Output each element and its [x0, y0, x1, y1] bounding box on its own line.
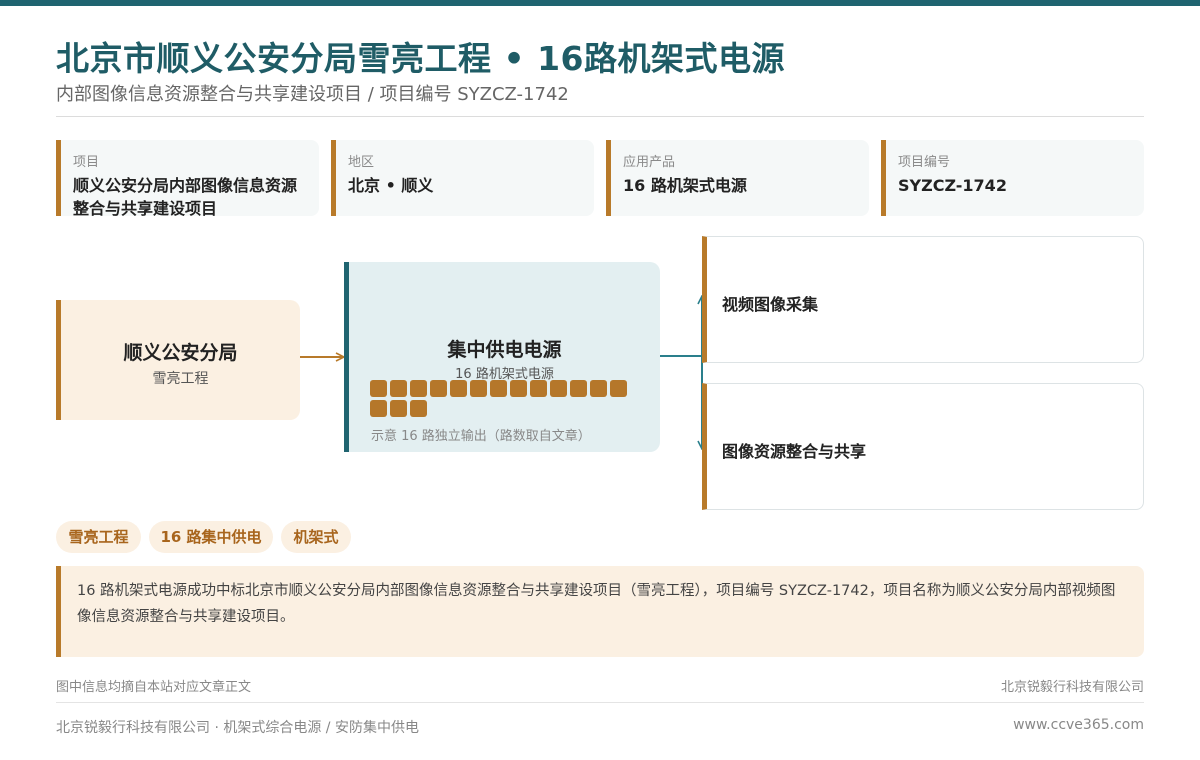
source-node: 顺义公安分局 雪亮工程 [56, 300, 300, 420]
output-title: 图像资源整合与共享 [722, 442, 867, 461]
info-card-label: 项目编号 [898, 155, 951, 170]
tag-rack-mount: 机架式 [281, 521, 351, 553]
power-output-port [410, 380, 427, 397]
power-output-port [430, 380, 447, 397]
info-card-value: 16 路机架式电源 [623, 176, 747, 195]
info-card-project: 项目 顺义公安分局内部图像信息资源整合与共享建设项目 [56, 140, 319, 218]
power-supply-note: 示意 16 路独立输出（路数取自文章） [371, 429, 591, 444]
power-output-port [450, 380, 467, 397]
footer-website-link[interactable]: www.ccve365.com [1013, 717, 1144, 733]
header-divider [56, 116, 1144, 117]
source-note: 图中信息均摘自本站对应文章正文 [56, 680, 252, 695]
power-output-port [490, 380, 507, 397]
description-box: 16 路机架式电源成功中标北京市顺义公安分局内部图像信息资源整合与共享建设项目（… [56, 566, 1144, 657]
power-output-port [530, 380, 547, 397]
power-output-port [410, 400, 427, 417]
power-output-port [570, 380, 587, 397]
power-output-port [370, 400, 387, 417]
power-output-port [590, 380, 607, 397]
top-accent-bar [0, 0, 1200, 6]
source-subtitle: 雪亮工程 [152, 371, 209, 387]
power-supply-node: 集中供电电源 16 路机架式电源 示意 16 路独立输出（路数取自文章） [344, 262, 660, 452]
info-card-region: 地区 北京 • 顺义 [331, 140, 594, 216]
footer-company: 北京锐毅行科技有限公司 · 机架式综合电源 / 安防集中供电 [56, 720, 419, 736]
power-output-port [510, 380, 527, 397]
info-card-label: 地区 [348, 155, 375, 170]
footer-divider [56, 702, 1144, 703]
company-note: 北京锐毅行科技有限公司 [1000, 680, 1144, 695]
info-card-project-number: 项目编号 SYZCZ-1742 [881, 140, 1144, 216]
power-supply-title: 集中供电电源 [447, 339, 562, 361]
info-card-value: 北京 • 顺义 [348, 176, 434, 195]
power-output-port [390, 380, 407, 397]
info-card-value: 顺义公安分局内部图像信息资源整合与共享建设项目 [73, 176, 298, 218]
page-subtitle: 内部图像信息资源整合与共享建设项目 / 项目编号 SYZCZ-1742 [56, 84, 569, 105]
output-node-image-sharing: 图像资源整合与共享 [702, 383, 1144, 510]
power-output-port [550, 380, 567, 397]
info-card-product: 应用产品 16 路机架式电源 [606, 140, 869, 216]
tag-xueliang: 雪亮工程 [56, 521, 141, 553]
power-output-port [370, 380, 387, 397]
output-title: 视频图像采集 [722, 295, 819, 314]
power-output-port [470, 380, 487, 397]
power-output-port [610, 380, 627, 397]
source-title: 顺义公安分局 [123, 342, 238, 364]
power-output-port [390, 400, 407, 417]
tag-16-channel: 16 路集中供电 [149, 521, 273, 553]
output-node-video-capture: 视频图像采集 [702, 236, 1144, 363]
info-card-label: 项目 [73, 155, 100, 170]
info-card-value: SYZCZ-1742 [898, 176, 1007, 195]
page-title: 北京市顺义公安分局雪亮工程 • 16路机架式电源 [56, 39, 785, 78]
info-card-label: 应用产品 [623, 155, 676, 170]
